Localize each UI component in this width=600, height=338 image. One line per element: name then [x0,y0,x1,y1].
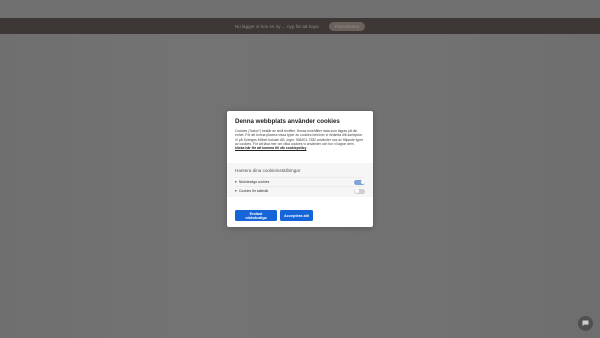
dialog-description: Cookies (”kakor”) består av små textfile… [235,129,365,150]
chevron-down-icon[interactable]: ▾ [235,180,237,184]
cookie-settings-panel: Hantera dina cookieinställningar ▾ Nödvä… [227,163,373,197]
dialog-body-text: Cookies (”kakor”) består av små textfile… [235,129,364,146]
chat-icon-graphic [582,320,589,327]
announcement-text: Nu lägger vi hos en ny ... nyp för att k… [234,23,319,29]
setting-row-necessary[interactable]: ▾ Nödvändiga cookies [235,177,365,186]
announcement-bar: Nu lägger vi hos en ny ... nyp för att k… [0,18,600,34]
dialog-actions: Endast nödvändiga Acceptera allt [235,210,313,221]
setting-row-statistics[interactable]: ▾ Cookies för statistik [235,186,365,195]
setting-label: Cookies för statistik [238,189,269,193]
settings-title: Hantera dina cookieinställningar [235,168,301,173]
statistics-cookies-toggle[interactable] [354,188,365,194]
cookie-consent-dialog: Denna webbplats använder cookies Cookies… [227,111,373,227]
necessary-cookies-toggle[interactable] [354,179,365,185]
subscribe-button[interactable]: Prenumerera [328,21,366,31]
chevron-down-icon[interactable]: ▾ [235,189,237,193]
cookie-policy-link[interactable]: klicka här för att komma till vår cookie… [235,146,306,150]
dialog-title: Denna webbplats använder cookies [235,118,340,125]
accept-all-button[interactable]: Acceptera allt [280,210,313,221]
setting-label: Nödvändiga cookies [238,180,270,184]
only-necessary-button[interactable]: Endast nödvändiga [235,210,277,221]
chat-bubble-icon[interactable] [578,316,593,331]
